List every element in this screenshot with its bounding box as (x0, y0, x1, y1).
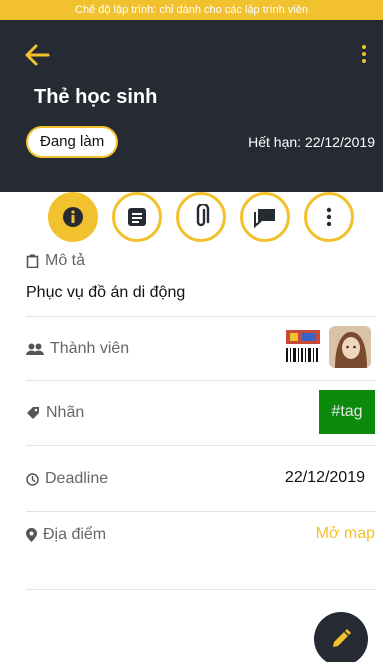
back-arrow-icon[interactable] (24, 44, 50, 66)
deadline-value[interactable]: 22/12/2019 (285, 469, 365, 487)
tab-comments[interactable] (240, 192, 290, 242)
tab-info[interactable] (48, 192, 98, 242)
task-header: Thẻ học sinh Đang làm Hết hạn: 22/12/201… (0, 20, 383, 242)
description-section: Mô tả (26, 252, 376, 270)
group-icon (26, 343, 44, 355)
label-tag-icon (27, 407, 39, 419)
clock-icon (26, 472, 39, 486)
tags-label: Nhãn (46, 404, 85, 421)
divider (26, 445, 376, 446)
location-pin-icon (26, 528, 37, 542)
page-title: Thẻ học sinh (34, 86, 158, 108)
attachment-icon (196, 204, 210, 227)
divider (26, 511, 376, 512)
tab-more[interactable] (304, 192, 354, 242)
tag-chip[interactable]: #tag (319, 390, 375, 434)
more-options-icon[interactable] (359, 42, 369, 68)
status-badge[interactable]: Đang làm (26, 126, 119, 158)
tab-bar (48, 192, 358, 242)
divider (26, 589, 376, 590)
more-vert-icon (326, 207, 332, 227)
pencil-icon (333, 629, 351, 647)
edit-button[interactable] (314, 612, 368, 662)
info-icon (63, 207, 83, 227)
members-label: Thành viên (50, 340, 130, 357)
developer-mode-banner: Chế độ lập trình: chỉ dành cho các lập t… (0, 0, 383, 20)
expiry-date: Hết hạn: 22/12/2019 (248, 134, 375, 150)
description-value[interactable]: Phục vụ đồ án di động (26, 284, 185, 302)
divider (26, 316, 376, 317)
divider (26, 380, 376, 381)
open-map-link[interactable]: Mở map (316, 525, 375, 543)
member-avatar[interactable] (282, 326, 324, 368)
tab-attachments[interactable] (176, 192, 226, 242)
comments-icon (254, 209, 275, 228)
member-avatar[interactable] (329, 326, 371, 368)
tab-notes[interactable] (112, 192, 162, 242)
deadline-label: Deadline (45, 470, 109, 487)
notes-icon (128, 208, 146, 226)
location-label: Địa điểm (43, 526, 107, 543)
clipboard-icon (26, 254, 39, 268)
description-label: Mô tả (45, 252, 86, 269)
